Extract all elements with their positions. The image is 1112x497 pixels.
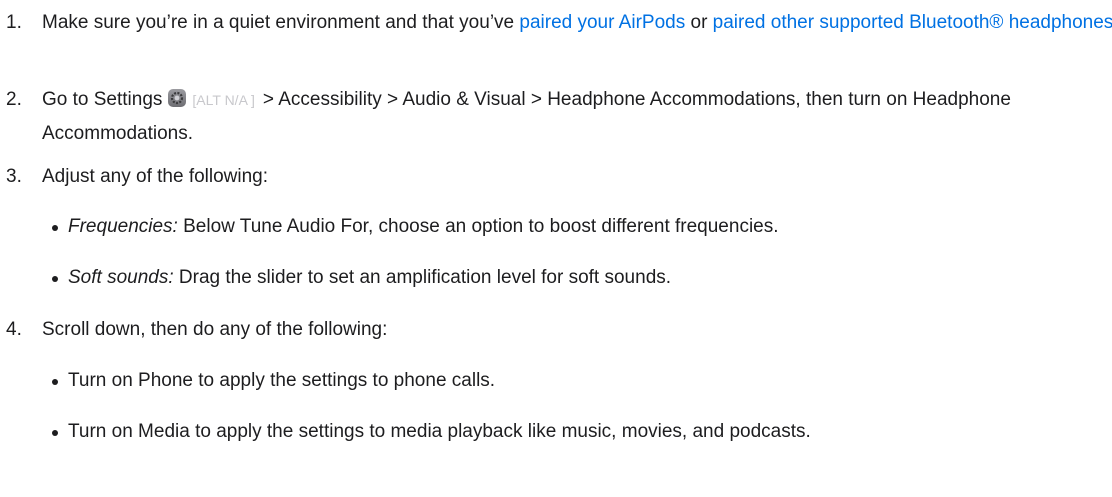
step-text-part: Make sure you’re in a quiet environment … [42, 12, 520, 33]
step-text-part: Go to Settings [42, 89, 163, 110]
step-number: 3. [6, 166, 22, 187]
step-1: 1. Make sure you’re in a quiet environme… [0, 6, 1112, 39]
step-text: Adjust any of the following: [42, 166, 269, 187]
step-text: Scroll down, then do any of the followin… [42, 319, 388, 340]
step-text: Go to Settings [ALT N/A ] > Accessibility … [42, 83, 1112, 150]
settings-gear-icon [168, 89, 187, 107]
paired-bluetooth-headphones-link[interactable]: paired other supported Bluetooth® headph… [713, 12, 1112, 33]
step-number: 2. [6, 89, 22, 110]
bullet-term: Soft sounds: [68, 267, 174, 288]
alt-text-placeholder: [ALT N/A ] [192, 92, 255, 108]
bullet-dot [52, 379, 58, 385]
step-2: 2. Go to Settings [ALT N/A ] > Accessibili… [0, 83, 1112, 150]
step-4: 4. Scroll down, then do any of the follo… [0, 313, 1112, 346]
step-text: Make sure you’re in a quiet environment … [42, 6, 1112, 39]
bullet-dot [52, 225, 58, 231]
step-text-part: or [685, 12, 713, 33]
step-4-bullets: Turn on Phone to apply the settings to p… [0, 364, 1108, 397]
list-item: Turn on Phone to apply the settings to p… [42, 364, 1108, 397]
bullet-dot [52, 276, 58, 282]
paired-airpods-link[interactable]: paired your AirPods [519, 12, 685, 33]
step-3-bullets: Frequencies: Below Tune Audio For, choos… [0, 210, 1108, 243]
step-text-part: > Accessibility > Audio & Visual > Headp… [42, 89, 1011, 144]
step-number: 4. [6, 319, 22, 340]
list-item: Frequencies: Below Tune Audio For, choos… [42, 210, 1108, 243]
step-3: 3. Adjust any of the following: [0, 160, 1112, 193]
bullet-text: Turn on Phone to apply the settings to p… [68, 370, 496, 391]
step-3-bullets: Soft sounds: Drag the slider to set an a… [0, 261, 1108, 294]
step-4-bullets: Turn on Media to apply the settings to m… [0, 415, 1108, 448]
bullet-text: Turn on Media to apply the settings to m… [68, 421, 811, 442]
bullet-text: Drag the slider to set an amplification … [173, 267, 672, 288]
list-item: Soft sounds: Drag the slider to set an a… [42, 261, 1108, 294]
bullet-term: Frequencies: [68, 216, 178, 237]
step-number: 1. [6, 12, 22, 33]
bullet-dot [52, 430, 58, 436]
list-item: Turn on Media to apply the settings to m… [42, 415, 1108, 448]
bullet-text: Below Tune Audio For, choose an option t… [177, 216, 779, 237]
